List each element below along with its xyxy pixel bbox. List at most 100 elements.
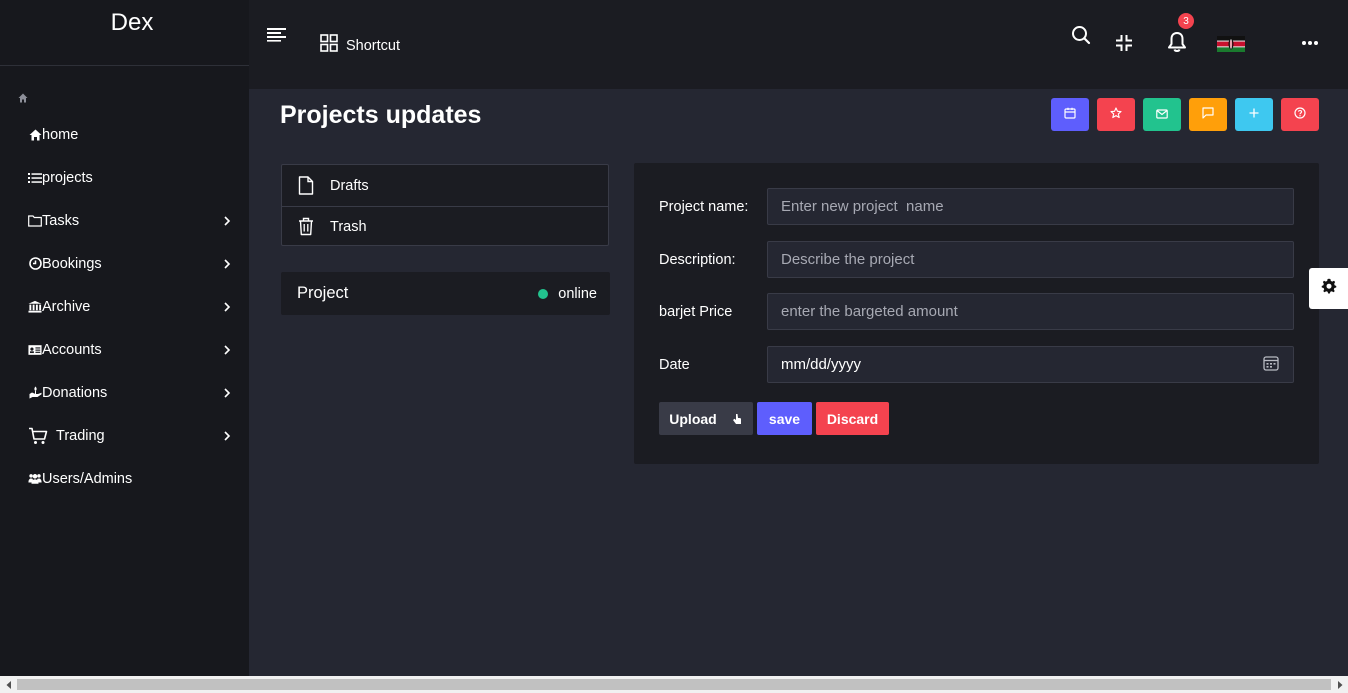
gear-icon <box>1321 278 1337 299</box>
shortcut-button[interactable]: Shortcut <box>320 34 400 57</box>
sidebar-item-label: Archive <box>42 298 91 315</box>
chat-button[interactable] <box>1189 98 1227 131</box>
sidebar-item-tasks[interactable]: Tasks <box>0 199 249 242</box>
page-title: Projects updates <box>280 101 482 129</box>
sidebar-item-label: Bookings <box>42 255 102 272</box>
folder-list: Drafts Trash <box>281 164 609 246</box>
sidebar-item-label: Donations <box>42 384 108 401</box>
price-label: barjet Price <box>659 303 733 320</box>
sidebar-item-users-admins[interactable]: Users/Admins <box>0 457 249 500</box>
upload-label: Upload <box>669 410 717 427</box>
chevron-right-icon <box>223 430 231 441</box>
hand-holding-icon <box>28 386 42 400</box>
chevron-right-icon <box>223 387 231 398</box>
grid-icon <box>320 34 338 57</box>
mail-icon <box>1156 106 1168 124</box>
cart-icon <box>28 427 48 445</box>
save-button[interactable]: save <box>757 402 812 435</box>
sidebar-item-home[interactable]: home <box>0 113 249 156</box>
project-name: Project <box>297 284 349 302</box>
file-icon <box>298 175 316 196</box>
notification-count-badge: 3 <box>1178 13 1194 29</box>
app-root: Dex home projects Tasks Bookings Archive… <box>0 0 1348 693</box>
sidebar-item-label: Users/Admins <box>42 470 133 487</box>
date-row: Date mm/dd/yyyy <box>659 346 1294 383</box>
folder-item-trash[interactable]: Trash <box>282 206 608 247</box>
calendar-icon <box>1064 106 1076 124</box>
description-input[interactable] <box>767 241 1294 278</box>
add-button[interactable] <box>1235 98 1273 131</box>
top-bar: Shortcut 3 <box>249 0 1348 89</box>
id-card-icon <box>28 343 42 357</box>
mail-button[interactable] <box>1143 98 1181 131</box>
help-button[interactable] <box>1281 98 1319 131</box>
brand-name[interactable]: Dex <box>111 0 154 65</box>
sidebar-item-label: Trading <box>56 427 105 444</box>
sidebar-item-trading[interactable]: Trading <box>0 414 249 457</box>
pointer-hand-icon <box>731 413 743 425</box>
sidebar: Dex home projects Tasks Bookings Archive… <box>0 0 249 676</box>
upload-button[interactable]: Upload <box>659 402 753 435</box>
project-form: Project name: Description: barjet Price … <box>634 163 1319 464</box>
home-icon[interactable] <box>18 90 28 103</box>
scrollbar-thumb[interactable] <box>17 679 1331 690</box>
chevron-right-icon <box>223 215 231 226</box>
project-name-label: Project name: <box>659 198 749 215</box>
sidebar-item-projects[interactable]: projects <box>0 156 249 199</box>
menu-toggle-icon[interactable] <box>267 27 287 43</box>
sidebar-item-accounts[interactable]: Accounts <box>0 328 249 371</box>
discard-button[interactable]: Discard <box>816 402 889 435</box>
price-row: barjet Price <box>659 293 1294 330</box>
calendar-picker-icon[interactable] <box>1263 355 1279 375</box>
sidebar-item-label: projects <box>42 169 93 186</box>
kenya-flag-icon[interactable] <box>1217 36 1245 52</box>
trash-icon <box>298 217 316 237</box>
sidebar-item-label: Tasks <box>42 212 80 229</box>
plus-icon <box>1248 106 1260 124</box>
chat-icon <box>1202 106 1214 124</box>
exit-fullscreen-icon[interactable] <box>1115 34 1133 52</box>
description-label: Description: <box>659 251 736 268</box>
date-input[interactable]: mm/dd/yyyy <box>767 346 1294 383</box>
bank-icon <box>28 300 42 314</box>
form-actions: Upload save Discard <box>659 402 889 435</box>
more-options-icon[interactable] <box>1301 39 1319 47</box>
project-name-row: Project name: <box>659 188 1294 225</box>
chevron-right-icon <box>223 344 231 355</box>
price-input[interactable] <box>767 293 1294 330</box>
star-icon <box>1110 106 1122 124</box>
chevron-right-icon <box>223 301 231 312</box>
date-label: Date <box>659 356 690 373</box>
folder-icon <box>28 214 42 228</box>
sidebar-item-label: Accounts <box>42 341 102 358</box>
settings-toggle-button[interactable] <box>1309 268 1348 309</box>
chevron-right-icon <box>223 258 231 269</box>
folder-item-drafts[interactable]: Drafts <box>282 165 608 206</box>
shortcut-label: Shortcut <box>346 37 400 54</box>
brand: Dex <box>0 0 249 66</box>
project-status-card[interactable]: Project online <box>281 272 610 315</box>
horizontal-scrollbar[interactable] <box>0 676 1348 693</box>
folder-label: Drafts <box>330 177 369 194</box>
scroll-right-arrow-icon[interactable] <box>1331 676 1348 693</box>
sidebar-item-bookings[interactable]: Bookings <box>0 242 249 285</box>
description-row: Description: <box>659 241 1294 278</box>
sidebar-item-label: home <box>42 126 79 143</box>
home-icon <box>28 128 42 142</box>
scroll-left-arrow-icon[interactable] <box>0 676 17 693</box>
online-status-dot <box>538 288 549 299</box>
folder-label: Trash <box>330 219 367 235</box>
sidebar-item-donations[interactable]: Donations <box>0 371 249 414</box>
calendar-button[interactable] <box>1051 98 1089 131</box>
search-icon[interactable] <box>1071 25 1091 45</box>
project-status: online <box>558 285 597 302</box>
sidebar-item-archive[interactable]: Archive <box>0 285 249 328</box>
project-name-input[interactable] <box>767 188 1294 225</box>
help-icon <box>1294 106 1306 124</box>
date-value: mm/dd/yyyy <box>781 356 862 373</box>
main-content: Projects updates Drafts Trash Project on… <box>249 89 1348 676</box>
favorite-button[interactable] <box>1097 98 1135 131</box>
list-icon <box>28 171 42 185</box>
clock-icon <box>28 257 42 271</box>
bell-icon[interactable] <box>1167 31 1187 53</box>
